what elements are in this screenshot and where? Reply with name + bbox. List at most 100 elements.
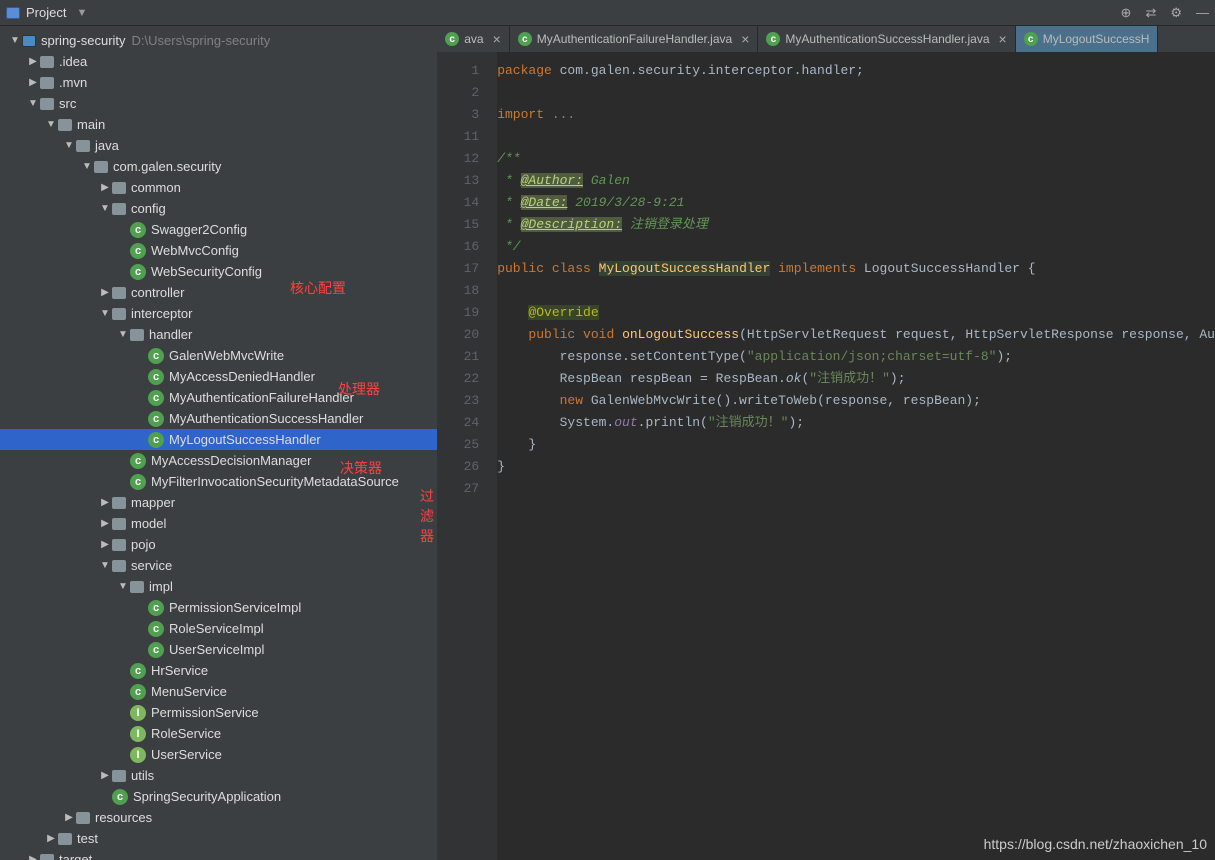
- package-icon: [112, 287, 126, 299]
- line-number: 16: [437, 236, 479, 258]
- gear-icon[interactable]: ⚙: [1170, 5, 1182, 21]
- tree-item[interactable]: IRoleService: [0, 723, 437, 744]
- class-icon: c: [130, 474, 146, 490]
- tree-item[interactable]: ▶model: [0, 513, 437, 534]
- tree-item[interactable]: ▼ com.galen.security: [0, 156, 437, 177]
- expand-arrow-icon[interactable]: ▶: [98, 497, 112, 508]
- package-icon: [112, 539, 126, 551]
- tree-item[interactable]: ▶.mvn: [0, 72, 437, 93]
- expand-arrow-icon[interactable]: ▶: [26, 77, 40, 88]
- line-number: 26: [437, 456, 479, 478]
- tree-item-label: RoleServiceImpl: [169, 621, 264, 636]
- expand-arrow-icon[interactable]: ▼: [44, 119, 58, 130]
- line-number: 1: [437, 60, 479, 82]
- tree-item[interactable]: cHrService: [0, 660, 437, 681]
- tree-item[interactable]: ▼impl: [0, 576, 437, 597]
- interface-icon: I: [130, 726, 146, 742]
- project-selector[interactable]: Project ▼: [6, 5, 87, 20]
- close-icon[interactable]: ×: [741, 31, 749, 47]
- expand-arrow-icon[interactable]: ▶: [98, 770, 112, 781]
- tree-item[interactable]: ▼main: [0, 114, 437, 135]
- package-icon: [130, 329, 144, 341]
- tree-item[interactable]: cMenuService: [0, 681, 437, 702]
- folder-icon: [40, 854, 54, 860]
- expand-arrow-icon[interactable]: ▼: [98, 308, 112, 319]
- tree-item[interactable]: ▶controller: [0, 282, 437, 303]
- editor-tab[interactable]: cMyLogoutSuccessH: [1016, 26, 1159, 52]
- tree-item[interactable]: cGalenWebMvcWrite: [0, 345, 437, 366]
- tree-item[interactable]: ▶resources: [0, 807, 437, 828]
- line-number: 3: [437, 104, 479, 126]
- tree-item[interactable]: ▶.idea: [0, 51, 437, 72]
- expand-arrow-icon[interactable]: ▼: [62, 140, 76, 151]
- tree-item[interactable]: ▶common: [0, 177, 437, 198]
- package-icon: [94, 161, 108, 173]
- expand-arrow-icon[interactable]: ▶: [98, 539, 112, 550]
- tree-item[interactable]: ▼java: [0, 135, 437, 156]
- tree-item[interactable]: ▶utils: [0, 765, 437, 786]
- tree-item[interactable]: ▼interceptor: [0, 303, 437, 324]
- expand-arrow-icon[interactable]: ▶: [26, 56, 40, 67]
- expand-arrow-icon[interactable]: ▶: [98, 182, 112, 193]
- tree-item[interactable]: cSwagger2Config: [0, 219, 437, 240]
- package-icon: [112, 203, 126, 215]
- tab-label: ava: [464, 32, 483, 46]
- folder-icon: [40, 98, 54, 110]
- class-icon: c: [148, 600, 164, 616]
- expand-arrow-icon[interactable]: ▶: [44, 833, 58, 844]
- editor-tab[interactable]: cMyAuthenticationSuccessHandler.java×: [758, 26, 1015, 52]
- expand-arrow-icon[interactable]: ▼: [98, 560, 112, 571]
- close-icon[interactable]: ×: [493, 31, 501, 47]
- tab-label: MyAuthenticationSuccessHandler.java: [785, 32, 989, 46]
- collapse-icon[interactable]: ⇄: [1145, 5, 1156, 21]
- tree-item[interactable]: c PermissionServiceImpl: [0, 597, 437, 618]
- code-area[interactable]: package com.galen.security.interceptor.h…: [497, 52, 1215, 860]
- tree-item[interactable]: ▼config: [0, 198, 437, 219]
- tree-item[interactable]: ▼src: [0, 93, 437, 114]
- tree-item[interactable]: ▼spring-securityD:\Users\spring-security: [0, 30, 437, 51]
- tree-item[interactable]: ▶pojo: [0, 534, 437, 555]
- tree-item[interactable]: cWebSecurityConfig: [0, 261, 437, 282]
- tree-item[interactable]: ▶mapper: [0, 492, 437, 513]
- expand-arrow-icon[interactable]: ▼: [80, 161, 94, 172]
- tree-item[interactable]: ▼handler: [0, 324, 437, 345]
- expand-arrow-icon[interactable]: ▶: [98, 287, 112, 298]
- project-tree[interactable]: ▼spring-securityD:\Users\spring-security…: [0, 26, 437, 860]
- tree-item[interactable]: cSpringSecurityApplication: [0, 786, 437, 807]
- expand-arrow-icon[interactable]: ▼: [98, 203, 112, 214]
- expand-arrow-icon[interactable]: ▼: [116, 581, 130, 592]
- tree-item[interactable]: cMyAuthenticationSuccessHandler: [0, 408, 437, 429]
- tree-item[interactable]: ▶test: [0, 828, 437, 849]
- tree-item-label: com.galen.security: [113, 159, 221, 174]
- tree-item-label: PermissionService: [151, 705, 259, 720]
- expand-arrow-icon[interactable]: ▼: [8, 35, 22, 46]
- editor-tab[interactable]: cava ×: [437, 26, 510, 52]
- tree-item-label: target: [59, 852, 92, 860]
- expand-arrow-icon[interactable]: ▼: [116, 329, 130, 340]
- tree-item[interactable]: IPermissionService: [0, 702, 437, 723]
- class-icon: c: [148, 642, 164, 658]
- tree-item[interactable]: cMyLogoutSuccessHandler: [0, 429, 437, 450]
- tree-item[interactable]: IUserService: [0, 744, 437, 765]
- close-icon[interactable]: ×: [999, 31, 1007, 47]
- minimize-icon[interactable]: —: [1196, 5, 1209, 20]
- tree-item[interactable]: ▼service: [0, 555, 437, 576]
- tree-item[interactable]: cWebMvcConfig: [0, 240, 437, 261]
- expand-arrow-icon[interactable]: ▶: [26, 854, 40, 860]
- tree-item[interactable]: cRoleServiceImpl: [0, 618, 437, 639]
- tab-label: MyLogoutSuccessH: [1043, 32, 1150, 46]
- tree-item-label: PermissionServiceImpl: [169, 600, 301, 615]
- line-number: 27: [437, 478, 479, 500]
- class-icon: c: [148, 348, 164, 364]
- editor-tab[interactable]: cMyAuthenticationFailureHandler.java×: [510, 26, 759, 52]
- expand-arrow-icon[interactable]: ▶: [98, 518, 112, 529]
- class-icon: c: [130, 663, 146, 679]
- tree-item[interactable]: cUserServiceImpl: [0, 639, 437, 660]
- line-number: 15: [437, 214, 479, 236]
- tree-item-label: SpringSecurityApplication: [133, 789, 281, 804]
- class-icon: c: [445, 32, 459, 46]
- locate-icon[interactable]: ⊕: [1121, 5, 1132, 21]
- tree-item[interactable]: ▶ target: [0, 849, 437, 860]
- expand-arrow-icon[interactable]: ▼: [26, 98, 40, 109]
- expand-arrow-icon[interactable]: ▶: [62, 812, 76, 823]
